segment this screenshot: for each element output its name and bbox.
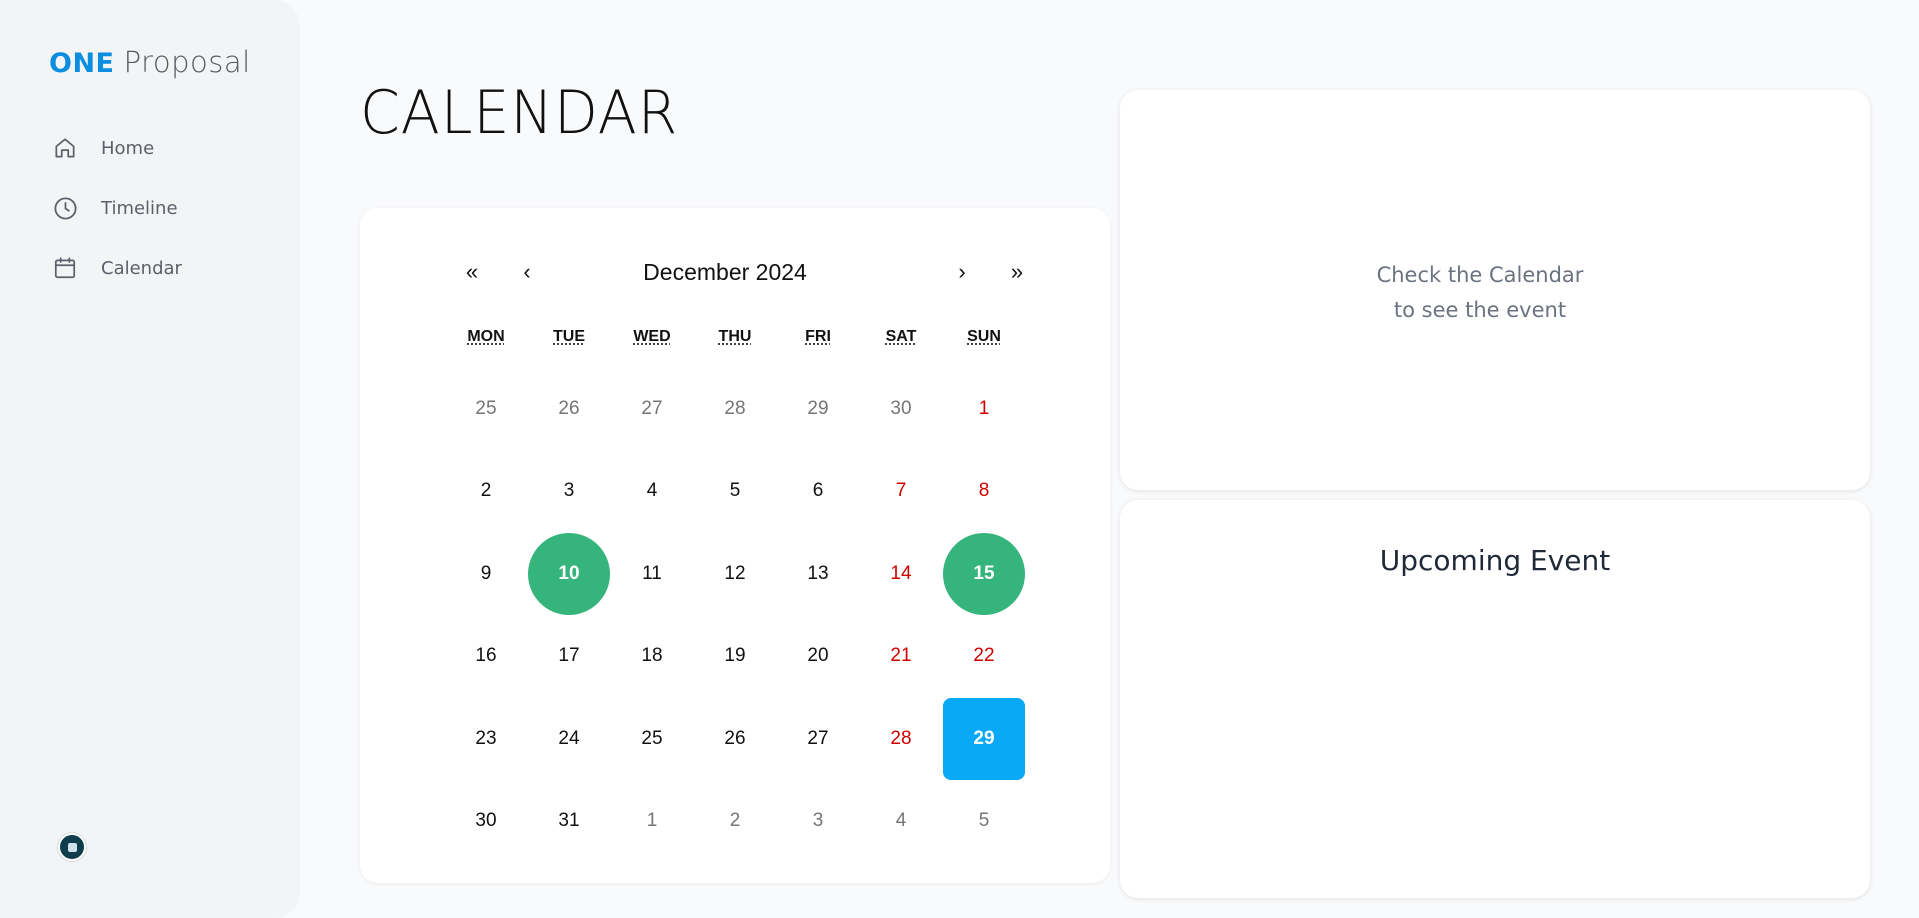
calendar-day-neighbor[interactable]: 28 xyxy=(694,368,776,450)
upcoming-event-title: Upcoming Event xyxy=(1379,544,1611,577)
calendar-day[interactable]: 13 xyxy=(777,533,859,615)
event-detail-panel: Check the Calendar to see the event xyxy=(1120,90,1870,490)
calendar-day[interactable]: 6 xyxy=(777,450,859,532)
sidebar-item-home[interactable]: Home xyxy=(50,130,154,166)
calendar-day-neighbor[interactable]: 2 xyxy=(694,780,776,862)
calendar-day[interactable]: 26 xyxy=(694,698,776,780)
event-hint-line1: Check the Calendar xyxy=(1376,263,1584,287)
calendar-day[interactable]: 20 xyxy=(777,615,859,697)
avatar[interactable] xyxy=(58,833,86,861)
page-title: CALENDAR xyxy=(360,78,679,148)
calendar-day-weekend[interactable]: 1 xyxy=(943,368,1025,450)
calendar-day[interactable]: 18 xyxy=(611,615,693,697)
calendar-day-neighbor[interactable]: 4 xyxy=(860,780,942,862)
sidebar-item-label: Home xyxy=(101,137,155,159)
calendar-day-event[interactable]: 10 xyxy=(528,533,610,615)
calendar-day[interactable]: 5 xyxy=(694,450,776,532)
calendar-day[interactable]: 19 xyxy=(694,615,776,697)
calendar-day-today[interactable]: 29 xyxy=(943,698,1025,780)
calendar-day-neighbor[interactable]: 27 xyxy=(611,368,693,450)
clock-icon xyxy=(50,193,80,223)
calendar-day[interactable]: 9 xyxy=(445,533,527,615)
calendar-card: « ‹ December 2024 › » MON TUE WED THU FR… xyxy=(360,208,1110,883)
calendar-day-neighbor[interactable]: 25 xyxy=(445,368,527,450)
calendar-day-neighbor[interactable]: 1 xyxy=(611,780,693,862)
home-icon xyxy=(50,133,80,163)
calendar-day-weekend[interactable]: 14 xyxy=(860,533,942,615)
calendar-day-neighbor[interactable]: 29 xyxy=(777,368,859,450)
calendar-day-neighbor[interactable]: 3 xyxy=(777,780,859,862)
calendar-icon xyxy=(50,253,80,283)
avatar-glyph xyxy=(67,842,77,852)
calendar-day[interactable]: 30 xyxy=(445,780,527,862)
calendar-day-event[interactable]: 15 xyxy=(943,533,1025,615)
calendar-day-weekend[interactable]: 21 xyxy=(860,615,942,697)
calendar-day-weekend[interactable]: 7 xyxy=(860,450,942,532)
calendar-day[interactable]: 16 xyxy=(445,615,527,697)
upcoming-event-panel: Upcoming Event xyxy=(1120,500,1870,898)
calendar-day[interactable]: 12 xyxy=(694,533,776,615)
calendar-day[interactable]: 17 xyxy=(528,615,610,697)
calendar-day-weekend[interactable]: 28 xyxy=(860,698,942,780)
calendar-day[interactable]: 23 xyxy=(445,698,527,780)
sidebar-item-timeline[interactable]: Timeline xyxy=(50,190,178,226)
calendar-day-neighbor[interactable]: 30 xyxy=(860,368,942,450)
calendar-day-neighbor[interactable]: 26 xyxy=(528,368,610,450)
brand-logo[interactable]: ONE Proposal xyxy=(49,44,251,80)
sidebar-item-label: Timeline xyxy=(101,197,178,219)
calendar-day[interactable]: 4 xyxy=(611,450,693,532)
event-hint: Check the Calendar to see the event xyxy=(1120,258,1840,328)
brand-proposal: Proposal xyxy=(123,45,251,79)
calendar-day[interactable]: 25 xyxy=(611,698,693,780)
calendar-day[interactable]: 2 xyxy=(445,450,527,532)
brand-one: ONE xyxy=(49,48,115,79)
sidebar-item-label: Calendar xyxy=(101,257,182,279)
sidebar-item-calendar[interactable]: Calendar xyxy=(50,250,182,286)
sidebar: ONE Proposal Home Timeline Calendar xyxy=(0,0,300,918)
calendar-day[interactable]: 11 xyxy=(611,533,693,615)
event-hint-line2: to see the event xyxy=(1393,298,1567,322)
calendar-day[interactable]: 24 xyxy=(528,698,610,780)
calendar-day-neighbor[interactable]: 5 xyxy=(943,780,1025,862)
calendar-day-grid: 25 26 27 28 29 30 1 2 3 4 5 6 7 8 9 10 11 12 13 14 15 16 17 18 1… xyxy=(360,208,1110,883)
calendar-day[interactable]: 27 xyxy=(777,698,859,780)
calendar-day-weekend[interactable]: 22 xyxy=(943,615,1025,697)
calendar-day[interactable]: 3 xyxy=(528,450,610,532)
calendar-day-weekend[interactable]: 8 xyxy=(943,450,1025,532)
calendar-day[interactable]: 31 xyxy=(528,780,610,862)
